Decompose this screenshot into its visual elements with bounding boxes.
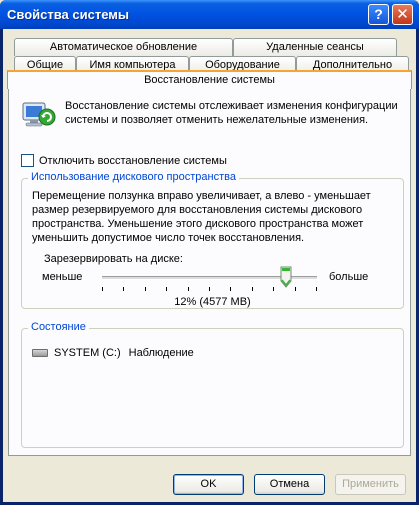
help-button[interactable]: ? (368, 4, 389, 25)
slider-tick (316, 287, 317, 291)
close-button[interactable]: ✕ (392, 4, 413, 25)
slider-tick (295, 287, 296, 291)
less-label: меньше (42, 271, 83, 283)
slider-tick (166, 287, 167, 291)
drive-status: Наблюдение (128, 347, 194, 359)
drive-status-row[interactable]: SYSTEM (C:) Наблюдение (32, 347, 194, 359)
slider-tick (145, 287, 146, 291)
disable-restore-label: Отключить восстановление системы (39, 154, 227, 167)
system-restore-description: Восстановление системы отслеживает измен… (65, 100, 398, 126)
slider-tick (102, 287, 103, 291)
disable-restore-checkbox[interactable] (21, 154, 34, 167)
system-properties-window: Свойства системы ? ✕ Автоматическое обно… (0, 0, 419, 505)
title-bar[interactable]: Свойства системы ? ✕ (0, 0, 419, 29)
more-label: больше (329, 271, 369, 283)
slider-tick (188, 287, 189, 291)
reserve-label: Зарезервировать на диске: (44, 253, 183, 265)
tab-remote-sessions[interactable]: Удаленные сеансы (233, 38, 397, 56)
disk-slider-thumb[interactable] (280, 266, 292, 288)
slider-tick (230, 287, 231, 291)
dialog-client: Автоматическое обновление Удаленные сеан… (3, 29, 416, 502)
disk-usage-description: Перемещение ползунка вправо увеличивает,… (32, 190, 371, 244)
drive-icon (32, 349, 48, 357)
cancel-button[interactable]: Отмена (254, 474, 325, 495)
status-group: Состояние SYSTEM (C:) Наблюдение (21, 321, 404, 448)
tab-system-restore[interactable]: Восстановление системы (7, 70, 412, 89)
tab-automatic-updates[interactable]: Автоматическое обновление (14, 38, 233, 56)
drive-name: SYSTEM (C:) (54, 347, 121, 359)
disk-usage-group-title: Использование дискового пространства (28, 171, 239, 183)
reserved-percent-text: 12% (4577 MB) (174, 296, 251, 308)
slider-tick (252, 287, 253, 291)
slider-tick (273, 287, 274, 291)
slider-tick (209, 287, 210, 291)
window-title: Свойства системы (7, 7, 129, 22)
system-restore-icon (21, 99, 57, 131)
apply-button[interactable]: Применить (335, 474, 406, 495)
disk-usage-group: Использование дискового пространства Пер… (21, 171, 404, 309)
disable-restore-row[interactable]: Отключить восстановление системы (21, 154, 227, 167)
system-restore-panel: Восстановление системы Восстановление си… (7, 70, 412, 456)
slider-tick (123, 287, 124, 291)
ok-button[interactable]: OK (173, 474, 244, 495)
status-group-title: Состояние (28, 321, 89, 333)
